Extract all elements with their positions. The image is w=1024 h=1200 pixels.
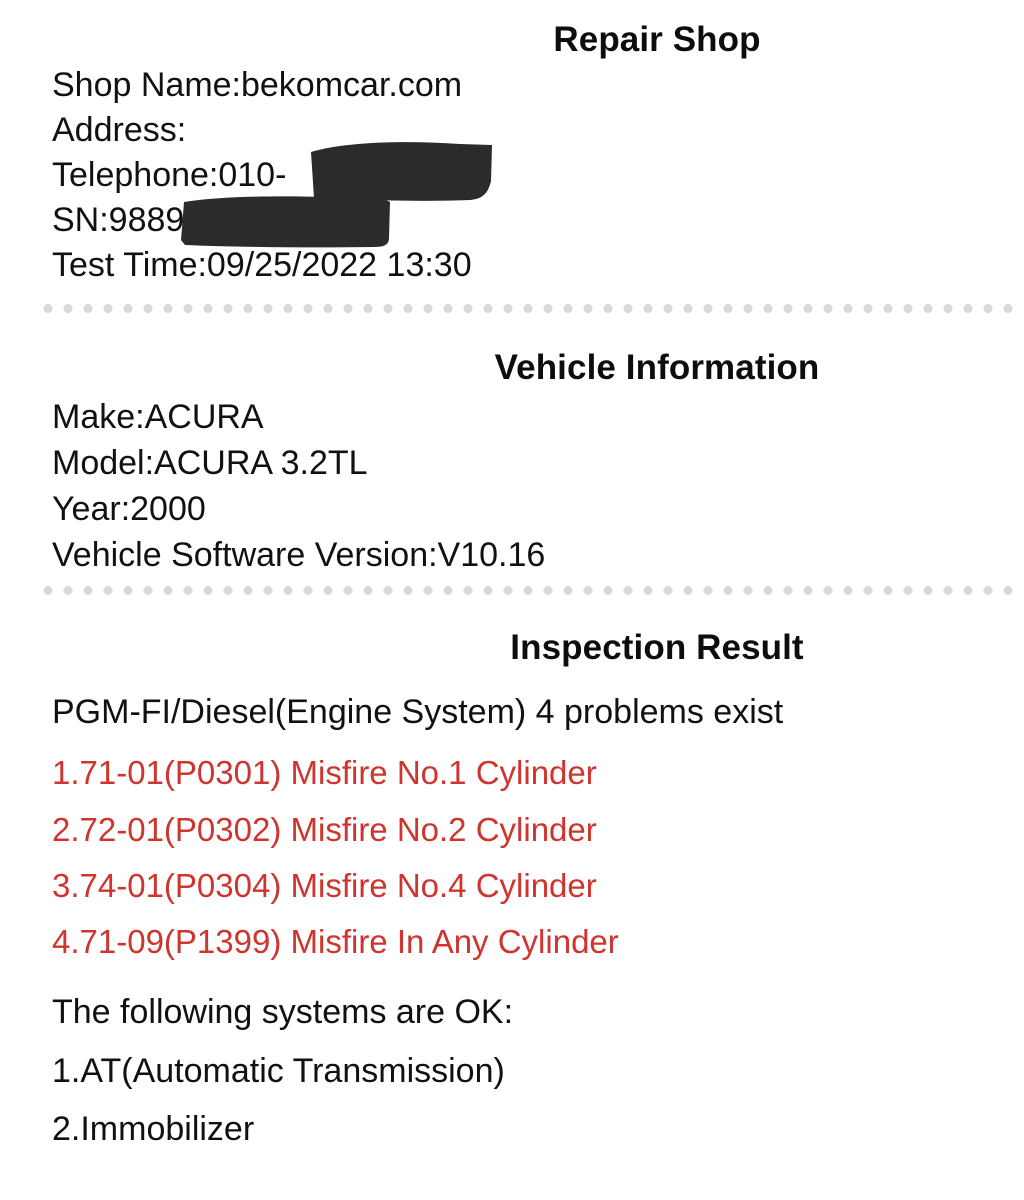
vehicle-software-version-line: Vehicle Software Version:V10.16 [52, 536, 546, 574]
shop-address-line: Address: [52, 111, 187, 149]
fault-item: 2.72-01(P0302) Misfire No.2 Cylinder [52, 811, 597, 848]
ok-system-item: 2.Immobilizer [52, 1110, 255, 1148]
fault-item: 1.71-01(P0301) Misfire No.1 Cylinder [52, 754, 597, 791]
fault-item: 4.71-09(P1399) Misfire In Any Cylinder [52, 923, 619, 960]
section-divider-vehicle-information [38, 586, 1014, 595]
diagnostic-report: Repair Shop Shop Name:bekomcar.com Addre… [0, 0, 1024, 1200]
redaction-mark-serial [176, 190, 398, 252]
vehicle-information-heading: Vehicle Information [494, 348, 820, 387]
inspection-result-heading: Inspection Result [510, 628, 804, 667]
ok-system-item: 1.AT(Automatic Transmission) [52, 1052, 505, 1090]
fault-item: 3.74-01(P0304) Misfire No.4 Cylinder [52, 867, 597, 904]
vehicle-model-line: Model:ACURA 3.2TL [52, 444, 368, 482]
repair-shop-heading: Repair Shop [553, 20, 761, 59]
shop-name-line: Shop Name:bekomcar.com [52, 66, 463, 104]
ok-systems-heading: The following systems are OK: [52, 993, 514, 1031]
engine-system-summary: PGM-FI/Diesel(Engine System) 4 problems … [52, 693, 784, 731]
shop-sn-line: SN:9889 [52, 201, 185, 239]
section-divider-repair-shop [38, 304, 1014, 313]
vehicle-year-line: Year:2000 [52, 490, 206, 528]
vehicle-make-line: Make:ACURA [52, 398, 264, 436]
